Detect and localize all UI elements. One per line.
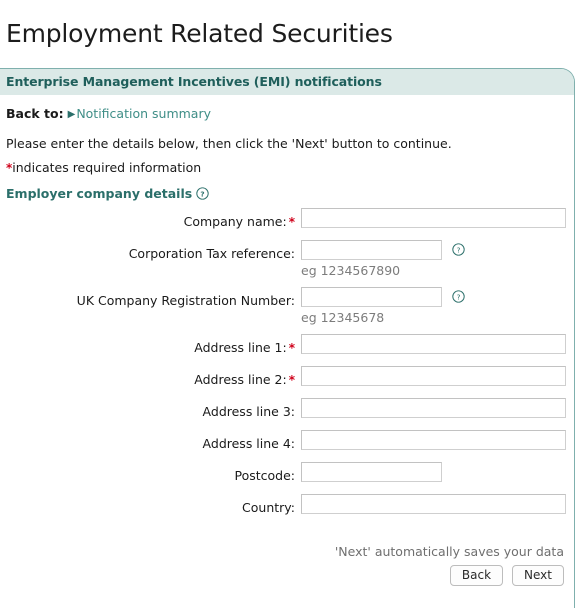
field-label: Country:: [6, 494, 297, 515]
field-label-text: Address line 2:: [194, 371, 287, 387]
form-row: Postcode:: [6, 461, 566, 494]
field-column: ? eg 1234567890: [297, 239, 566, 287]
section-heading-label: Employer company details: [6, 185, 193, 201]
row-spacer: [301, 514, 566, 526]
breadcrumb: Back to: ▶Notification summary: [6, 95, 566, 123]
form-row: UK Company Registration Number:? eg 12345…: [6, 286, 566, 334]
instruction-text: Please enter the details below, then cli…: [6, 135, 452, 151]
page-title: Employment Related Securities: [6, 18, 393, 48]
field-label-text: Address line 4:: [202, 435, 295, 451]
field-label-text: Postcode:: [234, 467, 295, 483]
auto-save-note: 'Next' automatically saves your data: [334, 543, 564, 559]
input-uk-company-registration-number[interactable]: [301, 286, 442, 307]
field-column: [297, 207, 566, 240]
input-address-line-2[interactable]: [301, 365, 566, 386]
field-inline: [301, 493, 566, 514]
svg-text:?: ?: [457, 245, 461, 254]
svg-text:?: ?: [457, 292, 461, 301]
triangle-right-icon: ▶: [67, 108, 76, 120]
field-column: [297, 429, 566, 462]
required-note-text: indicates required information: [12, 159, 202, 175]
breadcrumb-label: Back to:: [6, 105, 64, 121]
field-column: [297, 397, 566, 430]
row-spacer: [301, 450, 566, 462]
field-inline: [301, 333, 566, 354]
input-address-line-1[interactable]: [301, 333, 566, 354]
field-label: Company name: *: [6, 208, 297, 229]
field-label-text: Address line 3:: [202, 403, 295, 419]
field-label: UK Company Registration Number:: [6, 287, 297, 308]
required-asterisk: *: [288, 214, 295, 229]
form-row: Corporation Tax reference:? eg 1234567890: [6, 239, 566, 287]
input-address-line-4[interactable]: [301, 429, 566, 450]
field-inline: [301, 397, 566, 418]
row-spacer: [301, 354, 566, 366]
field-inline: [301, 207, 566, 228]
required-information-note: *indicates required information: [6, 151, 566, 175]
next-button[interactable]: Next: [512, 564, 564, 586]
required-asterisk: *: [288, 372, 295, 387]
row-spacer: [301, 279, 566, 287]
svg-text:?: ?: [201, 189, 205, 198]
form-row: Company name: *: [6, 207, 566, 240]
field-label: Address line 1: *: [6, 334, 297, 355]
field-column: [297, 365, 566, 398]
input-address-line-3[interactable]: [301, 397, 566, 418]
field-label-text: UK Company Registration Number:: [76, 292, 295, 308]
form-row: Address line 1: *: [6, 333, 566, 366]
field-label-text: Country:: [242, 499, 295, 515]
input-postcode[interactable]: [301, 461, 442, 482]
required-asterisk: *: [288, 340, 295, 355]
question-mark-circle-icon[interactable]: ?: [452, 243, 465, 256]
content-panel: Enterprise Management Incentives (EMI) n…: [0, 67, 575, 608]
field-label-text: Address line 1:: [194, 339, 287, 355]
field-column: [297, 461, 566, 494]
form-row: Country:: [6, 493, 566, 526]
input-company-name[interactable]: [301, 207, 566, 228]
field-inline: [301, 365, 566, 386]
input-corporation-tax-reference[interactable]: [301, 239, 442, 260]
question-mark-circle-icon[interactable]: ?: [196, 186, 209, 200]
field-inline: [301, 429, 566, 450]
field-inline: ?: [301, 286, 566, 307]
field-label: Corporation Tax reference:: [6, 240, 297, 261]
field-label: Address line 3:: [6, 398, 297, 419]
row-spacer: [301, 228, 566, 240]
field-hint: eg 1234567890: [301, 262, 401, 278]
breadcrumb-link-notification-summary[interactable]: Notification summary: [76, 106, 211, 121]
employer-company-details-form: Company name: * Corporation Tax reference:…: [6, 207, 566, 526]
field-column: ? eg 12345678: [297, 286, 566, 334]
row-spacer: [301, 326, 566, 334]
panel-body: Back to: ▶Notification summary Please ent…: [0, 94, 574, 586]
panel-subtitle: Enterprise Management Incentives (EMI) n…: [0, 68, 574, 95]
field-label-text: Corporation Tax reference:: [128, 245, 295, 261]
row-spacer: [301, 482, 566, 494]
back-button[interactable]: Back: [449, 564, 504, 586]
section-heading-employer-company-details: Employer company details?: [6, 175, 566, 203]
input-country[interactable]: [301, 493, 566, 514]
field-inline: ?: [301, 239, 566, 260]
form-row: Address line 4:: [6, 429, 566, 462]
field-label: Address line 4:: [6, 430, 297, 451]
form-row: Address line 3:: [6, 397, 566, 430]
row-spacer: [301, 418, 566, 430]
field-inline: [301, 461, 566, 482]
field-hint: eg 12345678: [301, 309, 385, 325]
field-label: Address line 2: *: [6, 366, 297, 387]
field-label-text: Company name:: [183, 213, 287, 229]
question-mark-circle-icon[interactable]: ?: [452, 290, 465, 303]
button-row: Back Next: [6, 564, 564, 586]
form-row: Address line 2: *: [6, 365, 566, 398]
field-column: [297, 333, 566, 366]
row-spacer: [301, 386, 566, 398]
form-footer: 'Next' automatically saves your data Bac…: [6, 526, 566, 586]
field-column: [297, 493, 566, 526]
field-label: Postcode:: [6, 462, 297, 483]
